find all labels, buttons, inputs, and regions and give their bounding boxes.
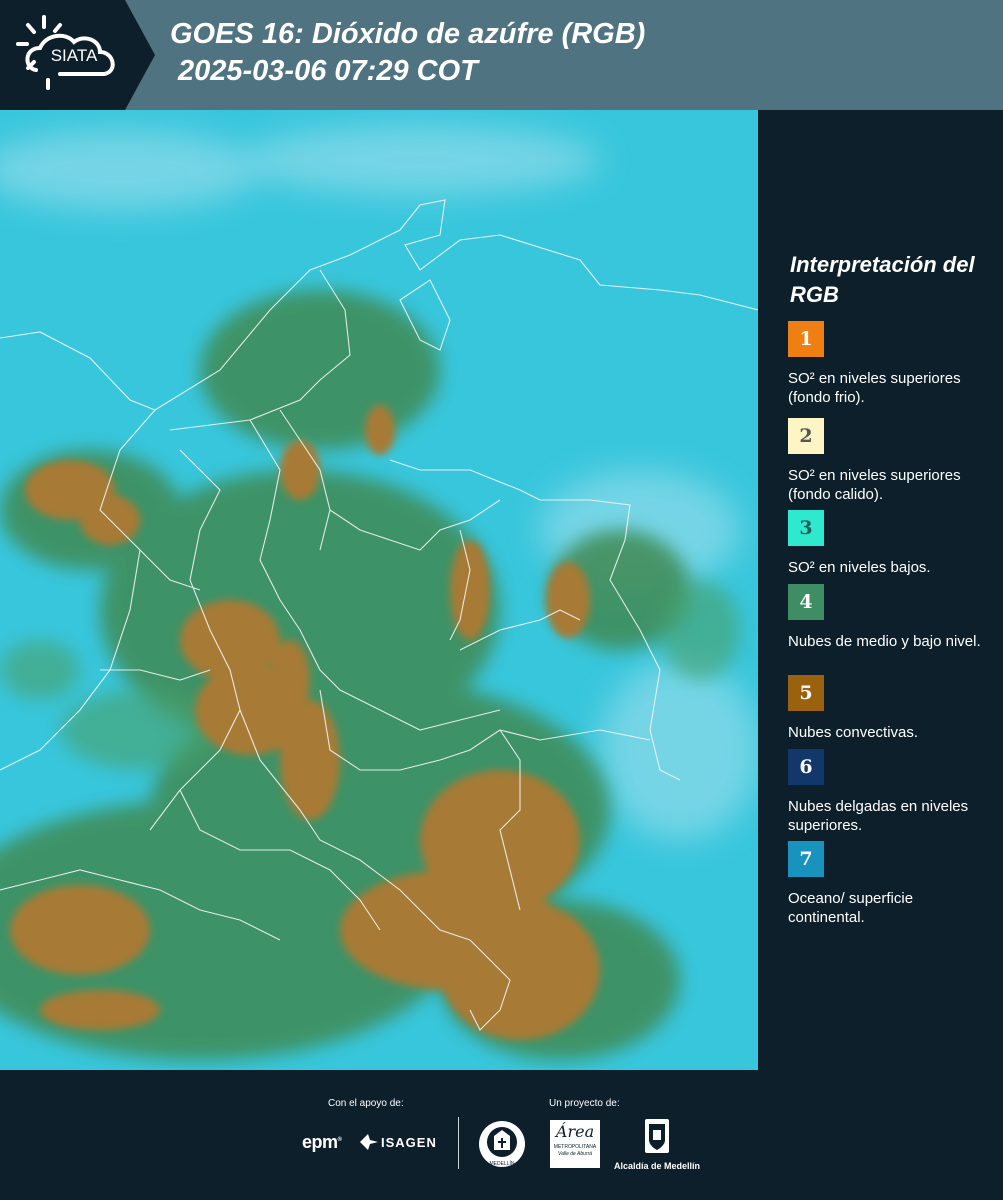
- legend-number: 7: [799, 848, 813, 870]
- seal-caption: MEDELLÍN: [489, 1160, 514, 1167]
- project-label: Un proyecto de:: [549, 1098, 620, 1109]
- isagen-icon: [360, 1134, 378, 1150]
- legend-swatch-7: 7: [788, 841, 824, 877]
- epm-logo-text: epm: [302, 1132, 338, 1152]
- epm-logo: epm®: [302, 1132, 342, 1152]
- legend-text: Nubes delgadas en niveles superiores.: [788, 798, 969, 834]
- legend-swatch-4: 4: [788, 584, 824, 620]
- area-metropolitana-logo: Área METROPOLITANA Valle de Aburrá: [550, 1120, 600, 1168]
- footer-bar: Con el apoyo de: Un proyecto de: epm® IS…: [0, 1070, 1003, 1200]
- area-logo-line2: Valle de Aburrá: [557, 1151, 593, 1157]
- legend-title: Interpretación del RGB: [790, 252, 975, 307]
- legend-item-4: 4 Nubes de medio y bajo nivel.: [788, 584, 988, 651]
- legend-text: Nubes convectivas.: [788, 724, 919, 741]
- legend-item-5: 5 Nubes convectivas.: [788, 675, 988, 742]
- legend-swatch-5: 5: [788, 675, 824, 711]
- medellin-seal-text: MEDELLÍN: [489, 1160, 514, 1167]
- legend-text: Nubes de medio y bajo nivel.: [788, 633, 981, 650]
- legend-swatch-1: 1: [788, 321, 824, 357]
- isagen-logo-text: ISAGEN: [381, 1134, 437, 1150]
- area-logo-line1: METROPOLITANA: [553, 1144, 597, 1150]
- alcaldia-logo: Alcaldía de Medellín: [612, 1118, 702, 1171]
- footer-divider: [458, 1117, 459, 1169]
- legend-panel: Interpretación del RGB 1 SO² en niveles …: [758, 110, 1003, 1070]
- legend-number: 1: [799, 328, 813, 350]
- legend-number: 6: [799, 756, 813, 778]
- area-logo-script: Área: [555, 1122, 595, 1141]
- satellite-map: [0, 110, 758, 1070]
- legend-number: 2: [799, 425, 813, 447]
- alcaldia-logo-text: Alcaldía de Medellín: [613, 1161, 701, 1171]
- support-label: Con el apoyo de:: [328, 1098, 404, 1109]
- legend-number: 5: [799, 682, 813, 704]
- legend-text: SO² en niveles superiores (fondo calido)…: [788, 467, 961, 503]
- legend-item-6: 6 Nubes delgadas en niveles superiores.: [788, 749, 988, 835]
- legend-text: Oceano/ superficie continental.: [788, 890, 914, 926]
- legend-item-7: 7 Oceano/ superficie continental.: [788, 841, 988, 927]
- legend-swatch-2: 2: [788, 418, 824, 454]
- legend-number: 3: [799, 517, 813, 539]
- legend-item-3: 3 SO² en niveles bajos.: [788, 510, 988, 577]
- legend-text: SO² en niveles bajos.: [788, 559, 931, 576]
- legend-item-2: 2 SO² en niveles superiores (fondo calid…: [788, 418, 988, 504]
- rgb-satellite-image: [0, 110, 758, 1070]
- timestamp-line: 2025-03-06 07:29 COT: [178, 55, 478, 87]
- title-line: GOES 16: Dióxido de azúfre (RGB): [170, 18, 646, 50]
- siata-logo: SIATA: [0, 0, 155, 110]
- legend-text: SO² en niveles superiores (fondo frio).: [788, 370, 961, 406]
- legend-number: 4: [799, 591, 813, 613]
- coat-of-arms-icon: [645, 1119, 669, 1153]
- siata-logo-text: SIATA: [51, 46, 98, 65]
- legend-swatch-3: 3: [788, 510, 824, 546]
- isagen-logo: ISAGEN: [360, 1134, 437, 1150]
- header-bar: SIATA GOES 16: Dióxido de azúfre (RGB) 2…: [0, 0, 1003, 110]
- page-title: GOES 16: Dióxido de azúfre (RGB) 2025-03…: [170, 16, 645, 90]
- legend-item-1: 1 SO² en niveles superiores (fondo frio)…: [788, 321, 988, 407]
- legend-swatch-6: 6: [788, 749, 824, 785]
